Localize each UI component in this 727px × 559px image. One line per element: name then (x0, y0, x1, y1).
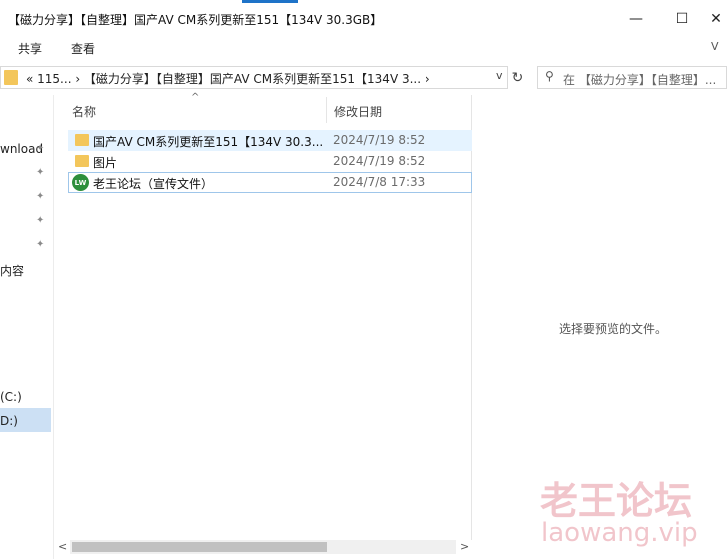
pin-icon[interactable]: ✦ (36, 143, 44, 154)
refresh-icon[interactable]: ↻ (509, 66, 526, 89)
folder-icon (75, 155, 89, 167)
sort-ascending-icon: ^ (191, 92, 200, 103)
ribbon-expand-icon[interactable]: ᐯ (711, 40, 719, 53)
column-header-name[interactable]: 名称 (72, 103, 96, 120)
close-button[interactable]: ✕ (705, 0, 727, 37)
watermark-title: 老王论坛 (540, 478, 693, 523)
breadcrumb[interactable]: « 115... › 【磁力分享】【自整理】国产AV CM系列更新至151【13… (26, 70, 430, 87)
window-title: 【磁力分享】【自整理】国产AV CM系列更新至151【134V 30.3GB】 (8, 13, 383, 27)
file-name[interactable]: 老王论坛（宣传文件） (93, 175, 213, 192)
preview-empty-message: 选择要预览的文件。 (559, 322, 668, 336)
scroll-left-icon[interactable]: < (58, 540, 67, 553)
nav-item-content[interactable]: 内容 (0, 262, 24, 279)
minimize-button[interactable]: — (613, 0, 659, 37)
file-date: 2024/7/8 17:33 (333, 175, 426, 189)
file-date: 2024/7/19 8:52 (333, 133, 426, 147)
chevron-down-icon[interactable]: v (496, 69, 503, 82)
pin-icon[interactable]: ✦ (36, 215, 44, 226)
nav-pane-divider (53, 95, 54, 559)
maximize-button[interactable]: ☐ (659, 0, 705, 37)
search-icon: ⚲ (545, 69, 554, 83)
site-shortcut-icon: LW (72, 174, 89, 191)
column-header-date[interactable]: 修改日期 (334, 103, 382, 120)
search-placeholder: 在 【磁力分享】【自整理】... (563, 73, 717, 87)
file-date: 2024/7/19 8:52 (333, 154, 426, 168)
folder-icon (75, 134, 89, 146)
pin-icon[interactable]: ✦ (36, 167, 44, 178)
folder-icon (4, 70, 18, 85)
column-separator[interactable] (326, 97, 327, 123)
watermark-url: laowang.vip (541, 518, 698, 548)
nav-item-drive-c[interactable]: (C:) (0, 390, 22, 404)
tab-view[interactable]: 查看 (71, 40, 95, 57)
file-name[interactable]: 图片 (93, 154, 117, 171)
scroll-right-icon[interactable]: > (460, 540, 469, 553)
nav-item-drive-d[interactable]: D:) (0, 414, 18, 428)
taskbar-accent (242, 0, 298, 3)
file-name[interactable]: 国产AV CM系列更新至151【134V 30.3... (93, 133, 323, 150)
pin-icon[interactable]: ✦ (36, 239, 44, 250)
tab-share[interactable]: 共享 (18, 40, 42, 57)
pin-icon[interactable]: ✦ (36, 191, 44, 202)
scrollbar-thumb[interactable] (72, 542, 327, 552)
